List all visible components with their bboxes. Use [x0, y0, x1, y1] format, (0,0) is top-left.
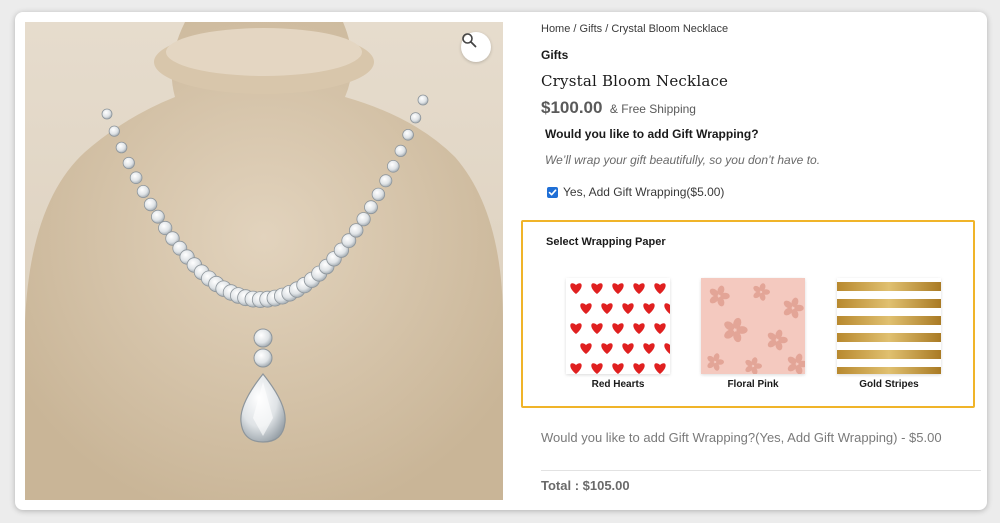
gift-wrap-checkbox[interactable]: [547, 186, 558, 198]
gift-wrap-summary: Would you like to add Gift Wrapping?(Yes…: [541, 430, 942, 445]
floral-pattern: [701, 278, 805, 374]
breadcrumb: Home / Gifts / Crystal Bloom Necklace: [541, 23, 728, 35]
divider: [541, 470, 981, 471]
price-row: $100.00 & Free Shipping: [541, 98, 696, 118]
shipping-note: & Free Shipping: [609, 102, 696, 116]
order-total: Total : $105.00: [541, 478, 630, 493]
breadcrumb-home[interactable]: Home: [541, 23, 570, 35]
checkmark-icon: [548, 188, 557, 195]
wrapping-paper-heading: Select Wrapping Paper: [546, 236, 666, 248]
gift-wrap-subtitle: We’ll wrap your gift beautifully, so you…: [545, 153, 821, 167]
breadcrumb-gifts[interactable]: Gifts: [580, 23, 603, 35]
gift-wrap-option[interactable]: Yes, Add Gift Wrapping($5.00): [547, 185, 724, 199]
breadcrumb-separator: /: [570, 23, 580, 35]
wrapping-option-red-hearts[interactable]: Red Hearts: [566, 278, 670, 390]
red-hearts-swatch[interactable]: [566, 278, 670, 374]
zoom-button[interactable]: [461, 32, 491, 62]
product-title: Crystal Bloom Necklace: [541, 72, 729, 90]
swatch-label: Red Hearts: [591, 379, 645, 390]
wrapping-option-gold-stripes[interactable]: Gold Stripes: [837, 278, 941, 390]
necklace-photo: [25, 22, 503, 500]
wrapping-paper-panel: Select Wrapping Paper Red Hearts Floral …: [521, 220, 975, 408]
zoom-icon: [462, 33, 477, 48]
product-image[interactable]: [25, 22, 503, 500]
wrapping-option-floral-pink[interactable]: Floral Pink: [701, 278, 805, 390]
gift-wrap-checkbox-label[interactable]: Yes, Add Gift Wrapping($5.00): [563, 185, 724, 199]
product-category: Gifts: [541, 48, 569, 62]
product-details: Home / Gifts / Crystal Bloom Necklace Gi…: [521, 12, 981, 510]
floral-pink-swatch[interactable]: [701, 278, 805, 374]
product-price: $100.00: [541, 98, 603, 117]
gold-stripes-swatch[interactable]: [837, 278, 941, 374]
gift-wrap-question: Would you like to add Gift Wrapping?: [545, 127, 759, 141]
stripes-pattern: [837, 278, 941, 374]
breadcrumb-current: Crystal Bloom Necklace: [611, 23, 729, 35]
product-page: Home / Gifts / Crystal Bloom Necklace Gi…: [15, 12, 987, 510]
swatch-label: Gold Stripes: [859, 379, 919, 390]
hearts-pattern: [566, 278, 670, 374]
swatch-label: Floral Pink: [727, 379, 779, 390]
breadcrumb-separator: /: [602, 23, 612, 35]
